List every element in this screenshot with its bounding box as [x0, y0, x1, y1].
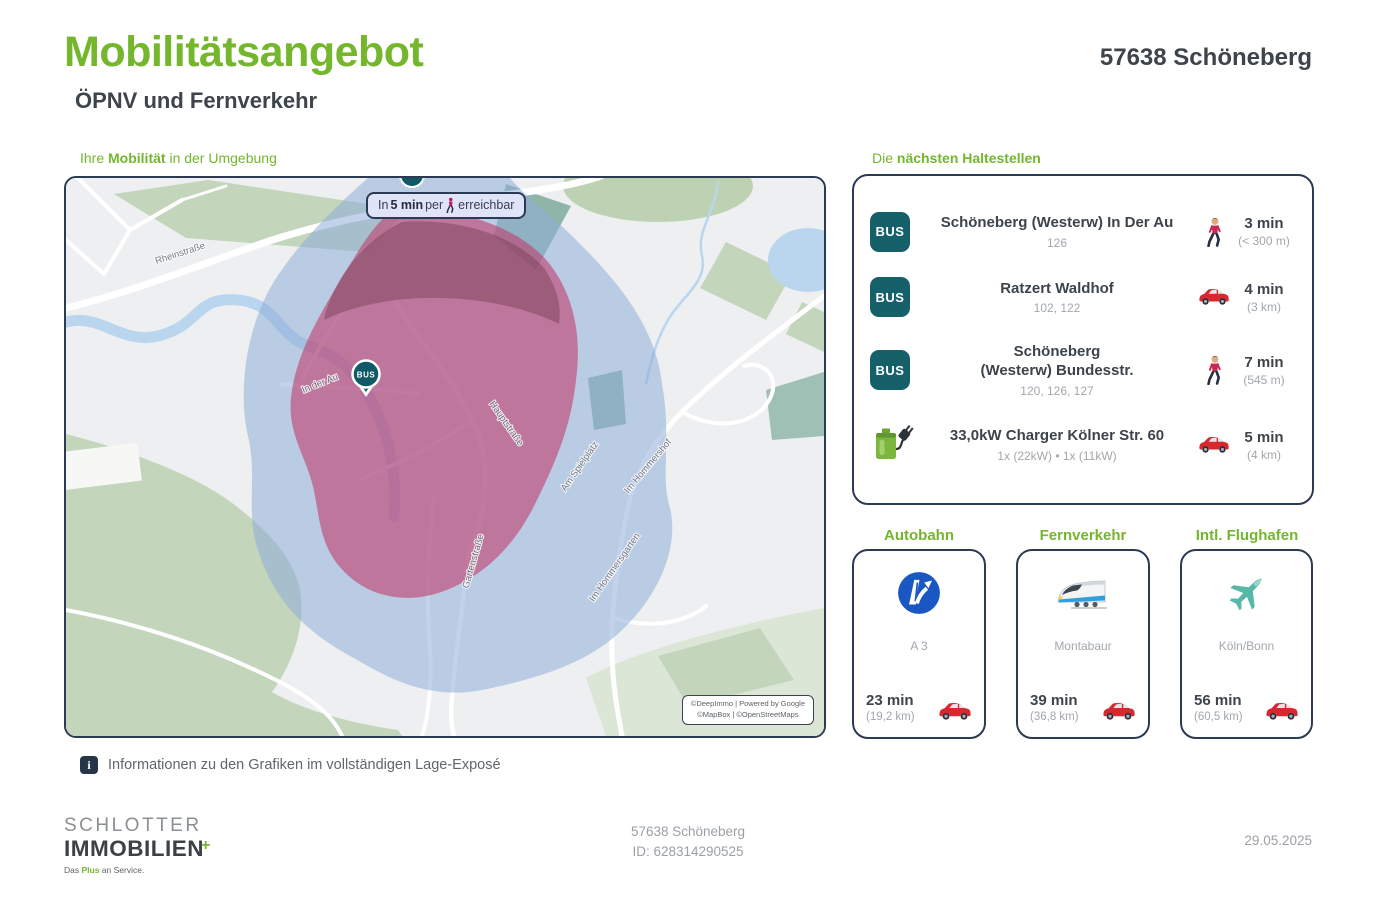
stop-distance: (545 m)	[1232, 373, 1296, 387]
card-time: 23 min	[866, 692, 915, 709]
train-icon	[1055, 573, 1111, 613]
autobahn-card: A 3 23 min (19,2 km)	[852, 549, 986, 739]
car-icon	[1102, 700, 1136, 723]
car-icon	[1198, 434, 1230, 456]
card-time: 56 min	[1194, 692, 1243, 709]
stop-distance: (< 300 m)	[1232, 234, 1296, 248]
mobility-report-page: Mobilitätsangebot 57638 Schöneberg ÖPNV …	[0, 0, 1376, 900]
stop-name: Schöneberg(Westerw) Bundesstr.	[924, 343, 1190, 381]
page-title: Mobilitätsangebot	[64, 28, 423, 77]
fernverkehr-card: Montabaur 39 min (36,8 km)	[1016, 549, 1150, 739]
stop-time: 7 min	[1232, 354, 1296, 371]
page-subtitle: ÖPNV und Fernverkehr	[75, 88, 317, 114]
map-canvas: Rheinstraße In der Au Hauptstraße Am Spi…	[66, 178, 824, 736]
map-attribution: ©DeepImmo | Powered by Google ©MapBox | …	[682, 695, 814, 725]
isochrone-map: Rheinstraße In der Au Hauptstraße Am Spi…	[64, 176, 826, 738]
card-distance: (19,2 km)	[866, 711, 915, 723]
card-distance: (36,8 km)	[1030, 711, 1079, 723]
stop-distance: (4 km)	[1232, 448, 1296, 462]
card-name: A 3	[910, 639, 927, 653]
stop-name: 33,0kW Charger Kölner Str. 60	[924, 427, 1190, 446]
stop-distance: (3 km)	[1232, 300, 1296, 314]
walk-icon	[445, 197, 456, 213]
map-section-label: Ihre Mobilität in der Umgebung	[80, 150, 277, 166]
stop-row: BUS Schöneberg (Westerw) In Der Au 126 3…	[870, 212, 1296, 252]
stop-lines: 102, 122	[924, 301, 1190, 315]
card-title-flughafen: Intl. Flughafen	[1180, 527, 1314, 544]
card-time: 39 min	[1030, 692, 1079, 709]
card-name: Köln/Bonn	[1219, 639, 1274, 653]
stop-row: BUS Ratzert Waldhof 102, 122 4 min (3 km…	[870, 277, 1296, 317]
bus-icon: BUS	[870, 212, 910, 252]
card-title-fernverkehr: Fernverkehr	[1016, 527, 1150, 544]
bus-icon: BUS	[870, 350, 910, 390]
ev-charger-icon	[870, 423, 914, 467]
car-icon	[938, 700, 972, 723]
stop-name: Schöneberg (Westerw) In Der Au	[924, 214, 1190, 233]
walk-icon	[1204, 355, 1225, 385]
graphics-info-note: i Informationen zu den Grafiken im volls…	[80, 756, 501, 774]
stop-row: 33,0kW Charger Kölner Str. 60 1x (22kW) …	[870, 423, 1296, 467]
location-title: 57638 Schöneberg	[1100, 44, 1312, 72]
stops-section-label: Die nächsten Haltestellen	[872, 150, 1041, 166]
note-text: Informationen zu den Grafiken im vollstä…	[108, 757, 501, 773]
reachability-tooltip: In 5 min per erreichbar	[366, 192, 526, 219]
card-title-autobahn: Autobahn	[852, 527, 986, 544]
airplane-icon	[1223, 569, 1271, 617]
footer-id: ID: 628314290525	[0, 842, 1376, 862]
flughafen-card: Köln/Bonn 56 min (60,5 km)	[1180, 549, 1313, 739]
stop-lines: 126	[924, 236, 1190, 250]
stop-time: 3 min	[1232, 215, 1296, 232]
bus-icon: BUS	[870, 277, 910, 317]
walk-icon	[1204, 217, 1225, 247]
footer-date: 29.05.2025	[1244, 833, 1312, 848]
stop-lines: 120, 126, 127	[924, 384, 1190, 398]
stop-time: 5 min	[1232, 429, 1296, 446]
card-name: Montabaur	[1054, 639, 1111, 653]
info-icon: i	[80, 756, 98, 774]
car-icon	[1198, 286, 1230, 308]
footer-location: 57638 Schöneberg	[0, 822, 1376, 842]
nearest-stops-panel: BUS Schöneberg (Westerw) In Der Au 126 3…	[852, 174, 1314, 505]
svg-text:BUS: BUS	[357, 371, 376, 380]
logo-tagline: Das Plus an Service.	[64, 865, 211, 875]
stop-lines: 1x (22kW) • 1x (11kW)	[924, 449, 1190, 463]
footer-reference: 57638 Schöneberg ID: 628314290525	[0, 822, 1376, 861]
stop-row: BUS Schöneberg(Westerw) Bundesstr. 120, …	[870, 343, 1296, 398]
card-distance: (60,5 km)	[1194, 711, 1243, 723]
stop-time: 4 min	[1232, 281, 1296, 298]
stop-name: Ratzert Waldhof	[924, 280, 1190, 299]
car-icon	[1265, 700, 1299, 723]
motorway-icon	[896, 570, 942, 616]
